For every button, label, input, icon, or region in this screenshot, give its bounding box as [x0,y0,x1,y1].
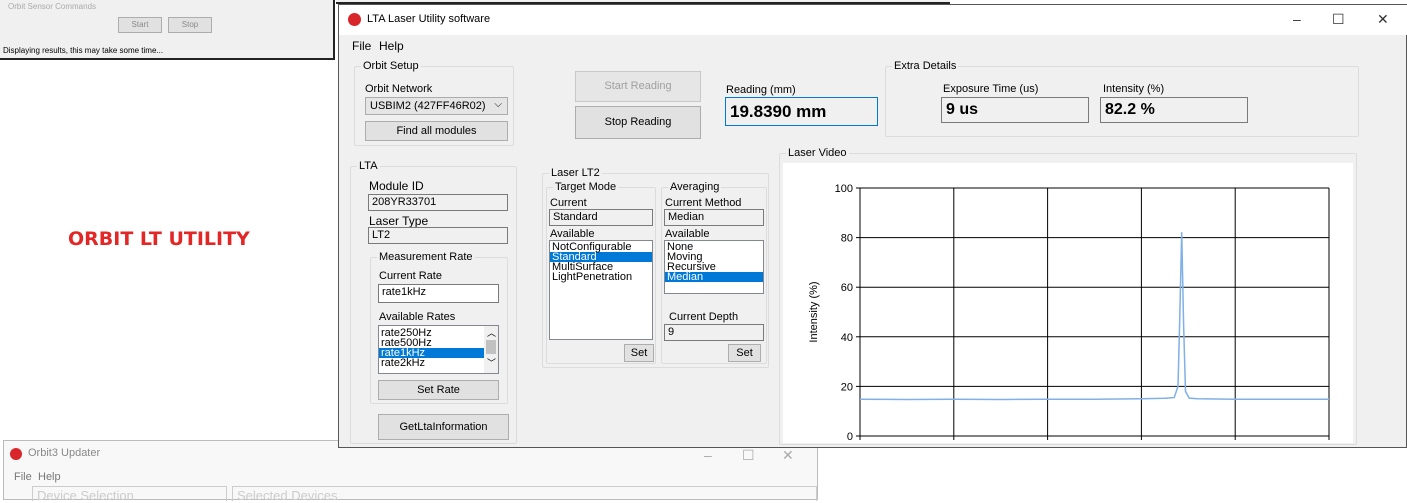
updater-maximize-button[interactable]: ☐ [742,447,755,464]
close-button[interactable]: ✕ [1377,11,1389,28]
title-bar: LTA Laser Utility software – ☐ ✕ [339,5,1407,35]
target-mode-label: Target Mode [553,181,619,193]
current-rate-label: Current Rate [379,270,442,282]
minimize-button[interactable]: – [1293,11,1301,27]
scrollbar[interactable]: ︿ ﹀ [484,326,498,373]
target-mode-list[interactable]: NotConfigurable Standard MultiSurface Li… [549,240,653,340]
updater-menu-help[interactable]: Help [38,471,61,483]
intensity-chart: 020406080100020406080100Range (%)Intensi… [808,183,1330,443]
faint-group-label: Orbit Sensor Commands [8,2,97,11]
averaging-set-button[interactable]: Set [728,344,761,362]
bg-start-button[interactable]: Start [118,17,162,33]
target-mode-group: Target Mode Current Standard Available N… [546,181,656,364]
available-rates-label: Available Rates [379,311,456,323]
y-tick-label: 40 [841,332,853,344]
target-mode-set-button[interactable]: Set [624,344,654,362]
averaging-method-list[interactable]: None Moving Recursive Median [664,240,764,294]
updater-close-button[interactable]: ✕ [782,447,794,464]
scroll-thumb[interactable] [486,340,496,354]
updater-title: Orbit3 Updater [28,447,101,459]
orbit-setup-label: Orbit Setup [361,60,421,72]
target-current-label: Current [550,197,587,209]
updater-menu-file[interactable]: File [14,471,32,483]
device-selection-section: Device Selection [32,486,227,503]
laser-lt2-group: Laser LT2 Target Mode Current Standard A… [542,167,769,368]
laser-video-group: Laser Video 020406080100020406080100Rang… [779,147,1357,445]
start-reading-button[interactable]: Start Reading [575,71,701,102]
intensity-value: 82.2 % [1100,97,1248,123]
laser-type-value: LT2 [368,227,508,244]
find-all-modules-button[interactable]: Find all modules [365,121,508,141]
target-available-label: Available [550,228,595,240]
updater-window: Orbit3 Updater – ☐ ✕ File Help Device Se… [3,440,818,503]
lta-group: LTA Module ID 208YR33701 Laser Type LT2 … [350,160,517,444]
current-method-label: Current Method [665,197,742,209]
orbit-setup-group: Orbit Setup Orbit Network USBIM2 (427FF4… [354,60,514,146]
reading-label: Reading (mm) [726,84,796,96]
module-id-value: 208YR33701 [368,194,508,211]
selected-devices-label: Selected Devices [237,488,338,503]
stop-reading-button[interactable]: Stop Reading [575,106,701,139]
updater-minimize-button[interactable]: – [704,447,712,463]
status-bar-text: Displaying results, this may take some t… [3,46,164,55]
orbit-network-select[interactable]: USBIM2 (427FF46R02) ⌵ [365,97,508,115]
menu-file[interactable]: File [352,39,371,53]
maximize-button[interactable]: ☐ [1332,11,1345,28]
orbit-network-value: USBIM2 (427FF46R02) [370,100,486,112]
chevron-up-icon[interactable]: ︿ [487,328,496,338]
module-id-label: Module ID [369,179,424,193]
intensity-label: Intensity (%) [1103,83,1165,95]
set-rate-button[interactable]: Set Rate [378,380,499,400]
device-selection-label: Device Selection [37,488,134,503]
measurement-rate-label: Measurement Rate [377,251,475,263]
averaging-label: Averaging [668,181,722,193]
bg-stop-button[interactable]: Stop [168,17,212,33]
reading-value-field: 19.8390 mm [725,97,878,126]
chevron-down-icon: ⌵ [494,99,502,110]
get-lta-information-button[interactable]: GetLtaInformation [378,414,509,440]
app-logo-icon [348,13,361,26]
extra-details-group: Extra Details Exposure Time (us) 9 us In… [885,60,1359,137]
menu-help[interactable]: Help [379,39,404,53]
laser-lt2-label: Laser LT2 [549,167,602,179]
window-title: LTA Laser Utility software [367,13,491,25]
current-rate-field[interactable]: rate1kHz [378,284,499,303]
promo-label: ORBIT LT UTILITY [68,228,250,250]
series-line [859,232,1329,401]
measurement-rate-group: Measurement Rate Current Rate rate1kHz A… [370,251,508,404]
y-tick-label: 80 [841,233,853,245]
current-depth-label: Current Depth [669,311,739,323]
y-axis-label: Intensity (%) [808,281,820,342]
list-item[interactable]: LightPenetration [550,272,652,283]
app-logo-icon [10,448,22,460]
y-tick-label: 20 [841,381,853,393]
y-tick-label: 100 [835,183,853,195]
chart-panel: 020406080100020406080100Range (%)Intensi… [783,163,1353,443]
list-item[interactable]: rate2kHz [379,358,484,369]
exposure-time-label: Exposure Time (us) [943,83,1039,95]
y-tick-label: 60 [841,282,853,294]
current-depth-value: 9 [664,324,764,341]
target-current-value: Standard [549,209,653,226]
selected-devices-section: Selected Devices [232,486,817,503]
extra-details-label: Extra Details [892,60,959,72]
list-item[interactable]: Median [665,272,763,283]
current-method-value: Median [664,209,764,226]
lta-label: LTA [357,160,380,172]
chevron-down-icon[interactable]: ﹀ [487,358,496,368]
laser-type-label: Laser Type [369,214,429,228]
laser-video-label: Laser Video [786,147,849,159]
available-rates-list[interactable]: rate250Hz rate500Hz rate1kHz rate2kHz ︿ … [378,325,499,374]
exposure-time-value: 9 us [941,97,1089,123]
main-window: LTA Laser Utility software – ☐ ✕ File He… [338,4,1407,448]
background-window-top: Orbit Sensor Commands Start Stop Display… [0,0,335,60]
averaging-group: Averaging Current Method Median Availabl… [661,181,767,364]
y-tick-label: 0 [847,431,853,443]
averaging-available-label: Available [665,228,710,240]
orbit-network-label: Orbit Network [365,83,433,95]
